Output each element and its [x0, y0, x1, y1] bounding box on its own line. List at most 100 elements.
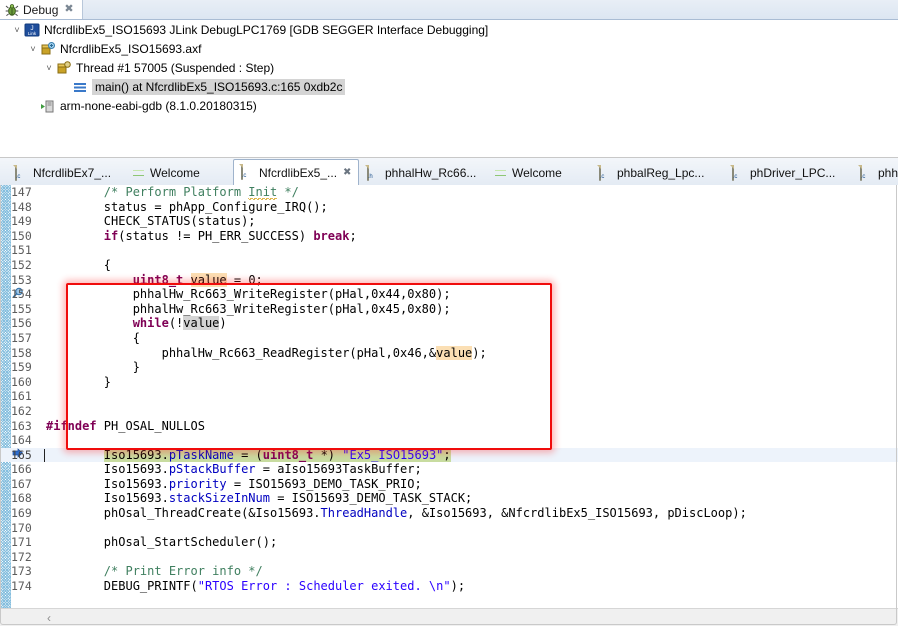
close-icon[interactable]: ✖ [64, 4, 73, 15]
editor-tab-label: phDriver_LPC... [750, 166, 836, 180]
process-icon [40, 41, 56, 57]
editor-tab[interactable]: Welcome [487, 161, 569, 185]
line-number: 158 [11, 345, 32, 360]
editor-tab[interactable]: .c phbalReg_Lpc... [592, 161, 711, 185]
tree-row[interactable]: ˅ NfcrdlibEx5_ISO15693.axf [0, 39, 898, 58]
code-line[interactable]: 157 { [0, 331, 898, 346]
code-line[interactable]: 162 [0, 404, 898, 419]
tree-item-label: NfcrdlibEx5_ISO15693 JLink DebugLPC1769 … [44, 22, 489, 37]
line-number: 149 [11, 214, 32, 229]
line-number: 151 [11, 243, 32, 258]
horizontal-scrollbar[interactable]: ‹ [0, 608, 898, 626]
c-file-icon: .c [241, 164, 254, 180]
editor-tab[interactable]: .c phDriver_LPC... [725, 161, 842, 185]
editor-tabbar[interactable]: .c NfcrdlibEx7_... Welcome .c NfcrdlibEx5_..… [0, 158, 898, 186]
chevron-down-icon[interactable]: ˅ [26, 39, 40, 58]
svg-text:Link: Link [28, 31, 37, 36]
code-text: Iso15693.pTaskName = (uint8_t *) "Ex5_IS… [103, 447, 451, 462]
code-line[interactable]: 171 phOsal_StartScheduler(); [0, 535, 898, 550]
line-number: 162 [11, 403, 32, 418]
line-number: 171 [11, 535, 32, 550]
tree-item-label: Thread #1 57005 (Suspended : Step) [76, 60, 275, 75]
code-line[interactable]: 166 Iso15693.pStackBuffer = aIso15693Tas… [0, 462, 898, 477]
line-number: 165 [11, 447, 32, 462]
code-line[interactable]: 160 } [0, 375, 898, 390]
code-text: { [46, 330, 140, 345]
code-text: Iso15693.priority = ISO15693_DEMO_TASK_P… [46, 476, 422, 491]
stackframe-icon [72, 79, 88, 95]
code-text: } [46, 360, 140, 375]
tree-item-label: main() at NfcrdlibEx5_ISO15693.c:165 0xd… [92, 78, 346, 95]
tree-row[interactable]: main() at NfcrdlibEx5_ISO15693.c:165 0xd… [0, 77, 898, 96]
code-text: { [46, 257, 112, 272]
line-number: 148 [11, 199, 32, 214]
code-line[interactable]: 167 Iso15693.priority = ISO15693_DEMO_TA… [0, 477, 898, 492]
line-number: 153 [11, 272, 32, 287]
code-line[interactable]: 170 [0, 521, 898, 536]
line-number: 166 [11, 462, 32, 477]
code-line[interactable]: 151 [0, 243, 898, 258]
code-text: phOsal_ThreadCreate(&Iso15693.ThreadHand… [46, 506, 747, 521]
line-number: 169 [11, 506, 32, 521]
code-line[interactable]: 148 status = phApp_Configure_IRQ(); [0, 200, 898, 215]
code-line[interactable]: 156 while(!value) [0, 316, 898, 331]
c-file-icon: .c [860, 164, 873, 181]
code-text: while(!value) [132, 316, 227, 331]
editor-tab[interactable]: .c NfcrdlibEx7_... [8, 161, 118, 185]
editor-tab-label: Welcome [512, 166, 562, 180]
code-line[interactable]: 158 phhalHw_Rc663_ReadRegister(pHal,0x46… [0, 345, 898, 361]
line-number: 154 [11, 287, 32, 302]
close-icon[interactable]: ✖ [343, 167, 351, 178]
code-line[interactable]: 147 /* Perform Platform Init */ [0, 185, 898, 200]
line-number: 163 [11, 418, 32, 433]
code-editor[interactable]: 147 /* Perform Platform Init */148 statu… [0, 185, 898, 626]
code-line[interactable]: 173 /* Print Error info */ [0, 564, 898, 579]
tree-row[interactable]: ˅ J Link NfcrdlibEx5_ISO15693 JLink DebugLP… [0, 20, 898, 39]
c-file-icon: .c [599, 164, 612, 181]
code-line[interactable]: 163 #ifndef PH_OSAL_NULLOS [0, 419, 898, 434]
tree-item-label: NfcrdlibEx5_ISO15693.axf [60, 41, 202, 56]
code-line[interactable]: 150 if(status != PH_ERR_SUCCESS) break; [0, 229, 898, 244]
bug-icon [5, 3, 19, 17]
code-text: Iso15693.stackSizeInNum = ISO15693_DEMO_… [46, 491, 473, 506]
debug-launch-tree[interactable]: ˅ J Link NfcrdlibEx5_ISO15693 JLink DebugLP… [0, 20, 898, 158]
code-line[interactable]: 149 CHECK_STATUS(status); [0, 214, 898, 229]
code-text: #ifndef PH_OSAL_NULLOS [46, 418, 205, 433]
code-line[interactable]: 169 phOsal_ThreadCreate(&Iso15693.Thread… [0, 506, 898, 521]
code-line[interactable]: 159 } [0, 360, 898, 375]
editor-tab[interactable]: Welcome [125, 161, 207, 185]
line-number: 156 [11, 316, 32, 331]
line-number: 168 [11, 491, 32, 506]
code-line[interactable]: 168 Iso15693.stackSizeInNum = ISO15693_D… [0, 491, 898, 506]
code-line[interactable]: 164 [0, 433, 898, 448]
editor-tab-label: phha [878, 166, 898, 180]
source-code[interactable]: 147 /* Perform Platform Init */148 statu… [0, 185, 898, 609]
chevron-left-icon[interactable]: ‹ [47, 611, 51, 625]
code-line[interactable]: 153 uint8_t value = 0; [0, 272, 898, 288]
editor-tab-label: NfcrdlibEx7_... [33, 166, 112, 180]
chevron-down-icon[interactable]: ˅ [42, 58, 56, 77]
jlink-icon: J Link [24, 22, 40, 38]
tree-row[interactable]: arm-none-eabi-gdb (8.1.0.20180315) [0, 96, 898, 115]
code-line[interactable]: 174 DEBUG_PRINTF("RTOS Error : Scheduler… [0, 579, 898, 594]
code-line[interactable]: 172 [0, 550, 898, 565]
line-number: 159 [11, 360, 32, 375]
code-line[interactable]: 165 Iso15693.pTaskName = (uint8_t *) "Ex… [0, 447, 898, 463]
editor-tab[interactable]: .c phha [853, 161, 898, 185]
editor-tab-label: phbalReg_Lpc... [617, 166, 705, 180]
debug-view-tabbar: Debug ✖ [0, 0, 898, 20]
code-line[interactable]: 154 phhalHw_Rc663_WriteRegister(pHal,0x4… [0, 287, 898, 302]
code-text: } [46, 374, 112, 389]
editor-tab[interactable]: .h phhalHw_Rc66... [360, 161, 483, 185]
code-line[interactable]: 161 [0, 389, 898, 404]
code-line[interactable]: 155 phhalHw_Rc663_WriteRegister(pHal,0x4… [0, 302, 898, 317]
h-file-icon: .h [367, 164, 380, 181]
tree-row[interactable]: ˅ Thread #1 57005 (Suspended : Step) [0, 58, 898, 77]
thread-icon [56, 60, 72, 76]
line-number: 157 [11, 330, 32, 345]
editor-tab[interactable]: .c NfcrdlibEx5_... ✖ [233, 159, 360, 185]
code-line[interactable]: 152 { [0, 258, 898, 273]
tab-debug[interactable]: Debug ✖ [0, 0, 83, 19]
chevron-down-icon[interactable]: ˅ [10, 20, 24, 39]
